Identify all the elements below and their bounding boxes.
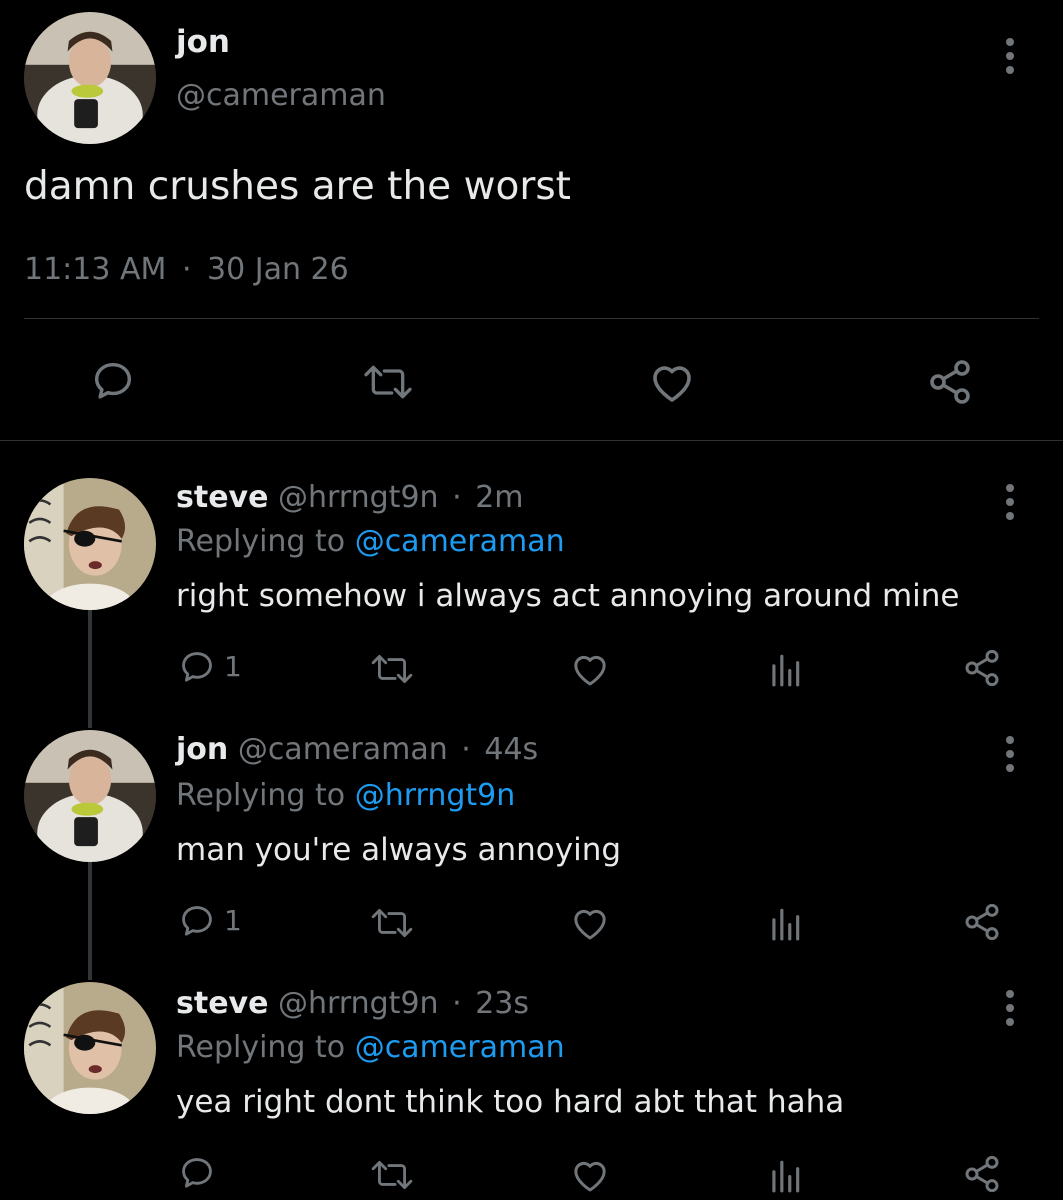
reply-2-dot: · (461, 732, 471, 767)
reply-2-retweet-icon[interactable] (370, 904, 414, 942)
reply-3-header: steve @hrrngt9n · 23s (176, 986, 529, 1021)
reply-2-replying-line: Replying to @hrrngt9n (176, 778, 515, 813)
avatar-jon[interactable] (24, 730, 156, 862)
reply-3-more-icon[interactable] (998, 988, 1022, 1028)
timestamp-separator: · (181, 252, 192, 287)
replying-to-label: Replying to (176, 778, 346, 813)
reply-3-handle[interactable]: @hrrngt9n (278, 986, 439, 1021)
main-handle[interactable]: @cameraman (176, 78, 386, 113)
reply-2-reply-icon[interactable] (178, 902, 216, 940)
tweet-time: 11:13 AM (24, 252, 167, 287)
reply-1-handle[interactable]: @hrrngt9n (278, 480, 439, 515)
reply-3-retweet-icon[interactable] (370, 1156, 414, 1194)
reply-1-text: right somehow i always act annoying arou… (176, 578, 960, 614)
reply-3-text: yea right dont think too hard abt that h… (176, 1084, 845, 1120)
reply-1-retweet-icon[interactable] (370, 650, 414, 688)
reply-3-like-icon[interactable] (570, 1156, 610, 1194)
reply-2-analytics-icon[interactable] (768, 904, 802, 942)
reply-3-analytics-icon[interactable] (768, 1156, 802, 1194)
reply-2-header: jon @cameraman · 44s (176, 732, 538, 767)
thread-line-2 (88, 862, 92, 980)
tweet-date: 30 Jan 26 (207, 252, 349, 287)
retweet-icon[interactable] (362, 360, 414, 404)
avatar-steve[interactable] (24, 982, 156, 1114)
reply-1-like-icon[interactable] (570, 650, 610, 688)
reply-1-dot: · (452, 480, 462, 515)
reply-1-replying-line: Replying to @cameraman (176, 524, 565, 559)
reply-2-time: 44s (484, 732, 539, 767)
replying-to-link[interactable]: @cameraman (355, 1030, 565, 1065)
replying-to-link[interactable]: @hrrngt9n (355, 778, 516, 813)
divider-bottom (0, 440, 1063, 441)
reply-2-like-icon[interactable] (570, 904, 610, 942)
main-display-name[interactable]: jon (176, 24, 230, 60)
reply-2-display-name[interactable]: jon (176, 732, 228, 767)
tweet-timestamp: 11:13 AM · 30 Jan 26 (24, 252, 349, 287)
reply-icon[interactable] (90, 358, 136, 404)
reply-3-dot: · (452, 986, 462, 1021)
reply-3-reply-icon[interactable] (178, 1154, 216, 1192)
avatar-steve[interactable] (24, 478, 156, 610)
reply-2-more-icon[interactable] (998, 734, 1022, 774)
replying-to-link[interactable]: @cameraman (355, 524, 565, 559)
reply-3-time: 23s (475, 986, 529, 1021)
reply-1-reply-icon[interactable] (178, 648, 216, 686)
reply-1-display-name[interactable]: steve (176, 480, 268, 515)
avatar-jon[interactable] (24, 12, 156, 144)
reply-1-header: steve @hrrngt9n · 2m (176, 480, 524, 515)
reply-1-reply-count: 1 (224, 650, 242, 683)
replying-to-label: Replying to (176, 1030, 346, 1065)
reply-2-text: man you're always annoying (176, 832, 622, 868)
reply-1-analytics-icon[interactable] (768, 650, 802, 688)
reply-2-reply-count: 1 (224, 904, 242, 937)
divider-top (24, 318, 1039, 319)
replying-to-label: Replying to (176, 524, 346, 559)
share-icon[interactable] (926, 358, 974, 406)
main-tweet-text: damn crushes are the worst (24, 164, 571, 209)
like-icon[interactable] (648, 360, 696, 404)
more-options-icon[interactable] (998, 36, 1022, 76)
reply-3-display-name[interactable]: steve (176, 986, 268, 1021)
reply-2-handle[interactable]: @cameraman (238, 732, 448, 767)
reply-1-share-icon[interactable] (962, 648, 1002, 688)
thread-line-1 (88, 608, 92, 728)
reply-2-share-icon[interactable] (962, 902, 1002, 942)
reply-1-time: 2m (475, 480, 524, 515)
reply-3-share-icon[interactable] (962, 1154, 1002, 1194)
reply-3-replying-line: Replying to @cameraman (176, 1030, 565, 1065)
reply-1-more-icon[interactable] (998, 482, 1022, 522)
